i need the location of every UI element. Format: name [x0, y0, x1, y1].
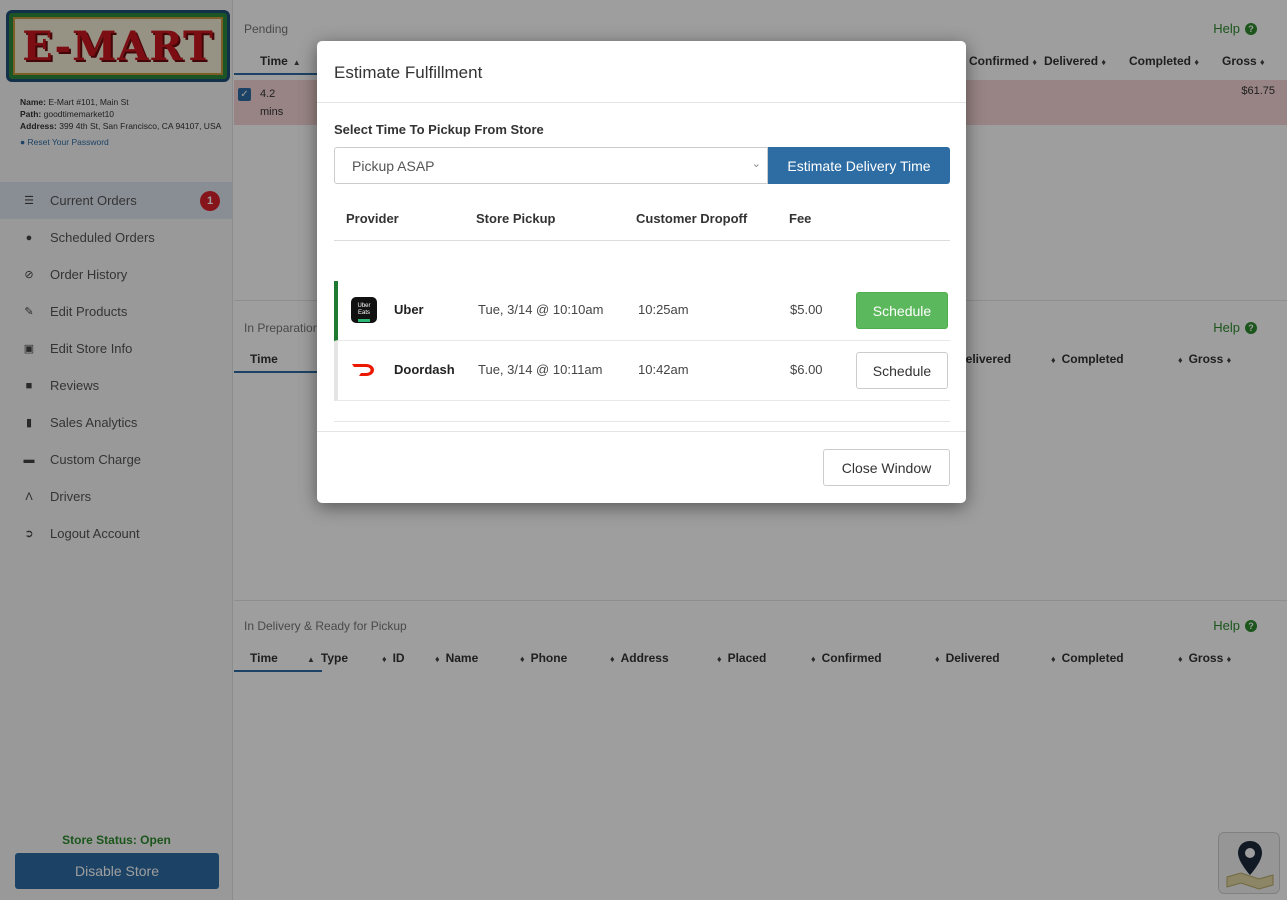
modal-footer: Close Window — [317, 431, 966, 503]
pickup-time-value: Pickup ASAP — [352, 158, 435, 174]
fee: $5.00 — [790, 302, 823, 317]
column-header-provider: Provider — [346, 211, 399, 226]
store-pickup-time: Tue, 3/14 @ 10:10am — [478, 302, 604, 317]
provider-row-doordash[interactable]: Doordash Tue, 3/14 @ 10:11am 10:42am $6.… — [334, 341, 950, 401]
customer-dropoff-time: 10:42am — [638, 362, 689, 377]
column-header-customer-dropoff: Customer Dropoff — [636, 211, 748, 226]
doordash-icon — [352, 364, 374, 376]
chevron-down-icon: ⌄ — [751, 158, 761, 170]
providers-table-header: Provider Store Pickup Customer Dropoff F… — [334, 201, 950, 241]
divider — [334, 421, 950, 422]
estimate-delivery-time-button[interactable]: Estimate Delivery Time — [768, 147, 950, 184]
fee: $6.00 — [790, 362, 823, 377]
uber-icon: Uber Eats — [351, 297, 377, 323]
customer-dropoff-time: 10:25am — [638, 302, 689, 317]
map-button-dim — [1218, 832, 1280, 894]
provider-name: Uber — [394, 302, 424, 317]
pickup-time-label: Select Time To Pickup From Store — [334, 122, 544, 137]
column-header-store-pickup: Store Pickup — [476, 211, 556, 226]
provider-name: Doordash — [394, 362, 455, 377]
estimate-fulfillment-modal: Estimate Fulfillment Select Time To Pick… — [317, 41, 966, 503]
column-header-fee: Fee — [789, 211, 812, 226]
schedule-doordash-button[interactable]: Schedule — [856, 352, 948, 389]
modal-title: Estimate Fulfillment — [334, 63, 483, 82]
provider-row-uber[interactable]: Uber Eats Uber Tue, 3/14 @ 10:10am 10:25a… — [334, 281, 950, 341]
schedule-uber-button[interactable]: Schedule — [856, 292, 948, 329]
close-window-button[interactable]: Close Window — [823, 449, 950, 486]
modal-header: Estimate Fulfillment — [317, 41, 966, 103]
pickup-time-select[interactable]: Pickup ASAP ⌄ — [334, 147, 768, 184]
store-pickup-time: Tue, 3/14 @ 10:11am — [478, 362, 603, 377]
